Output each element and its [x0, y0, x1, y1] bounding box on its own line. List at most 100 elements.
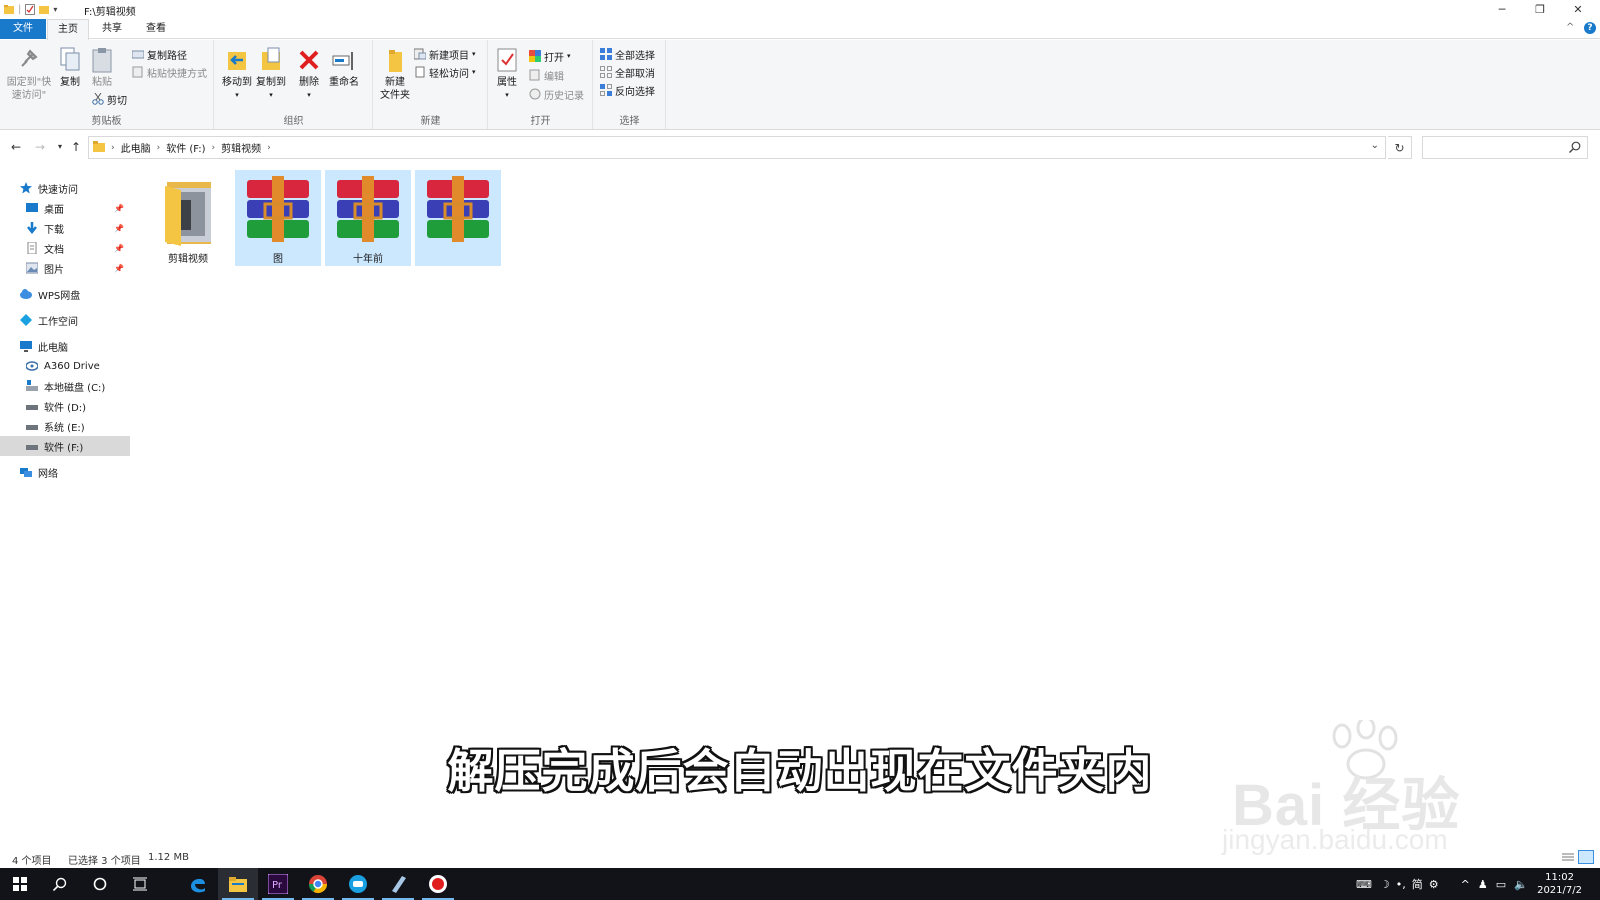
nav-quick-access[interactable]: 快速访问 — [0, 178, 130, 198]
back-arrow-icon[interactable]: ← — [8, 139, 24, 155]
tab-home[interactable]: 主页 — [47, 19, 89, 40]
open-button[interactable]: 打开 ▾ — [529, 48, 571, 64]
taskbar-chrome[interactable] — [298, 868, 338, 900]
new-folder-button[interactable]: 新建 文件夹 — [378, 46, 412, 102]
chevron-right-icon[interactable]: › — [157, 143, 161, 153]
properties-check-icon[interactable] — [25, 3, 36, 15]
breadcrumb-this-pc[interactable]: 此电脑 — [121, 140, 151, 155]
volume-icon[interactable]: 🔈 — [1514, 878, 1528, 891]
copy-path-button[interactable]: 复制路径 — [131, 46, 187, 62]
ime-keyboard-icon[interactable]: ⌨ — [1356, 878, 1372, 891]
moon-icon[interactable]: ☽ — [1380, 878, 1390, 891]
paste-button[interactable]: 粘贴 — [88, 46, 116, 89]
file-tile-rar[interactable]: 图 — [235, 170, 321, 266]
address-bar[interactable]: › 此电脑 › 软件 (F:) › 剪辑视频 › ⌄ — [88, 136, 1386, 159]
tab-share[interactable]: 共享 — [92, 19, 132, 39]
taskbar-file-explorer[interactable] — [218, 868, 258, 900]
taskbar-premiere[interactable]: Pr — [258, 868, 298, 900]
search-icon[interactable] — [1569, 141, 1581, 153]
pin-icon[interactable]: 📌 — [114, 204, 124, 213]
show-hidden-icons[interactable]: ^ — [1461, 878, 1470, 891]
chevron-right-icon[interactable]: › — [111, 143, 115, 153]
collapse-ribbon-icon[interactable]: ^ — [1566, 22, 1574, 33]
chevron-right-icon[interactable]: › — [267, 143, 271, 153]
task-view-button[interactable] — [120, 868, 160, 900]
details-view-icon[interactable] — [1562, 851, 1574, 866]
pin-icon[interactable]: 📌 — [114, 244, 124, 253]
file-tile-rar[interactable]: 十年前 — [325, 170, 411, 266]
nav-this-pc[interactable]: 此电脑 — [0, 336, 130, 356]
close-button[interactable]: ✕ — [1560, 0, 1596, 18]
forward-arrow-icon[interactable]: → — [32, 139, 48, 155]
pin-icon[interactable]: 📌 — [114, 264, 124, 273]
settings-gear-icon[interactable]: ⚙ — [1429, 878, 1439, 891]
tray-app-icon[interactable]: ♟ — [1478, 878, 1488, 891]
rename-button[interactable]: 重命名 — [327, 46, 361, 89]
tab-view[interactable]: 查看 — [136, 19, 176, 39]
taskbar-notes[interactable] — [378, 868, 418, 900]
edge-browser-icon — [191, 878, 205, 893]
new-folder-icon[interactable] — [39, 4, 50, 15]
delete-button[interactable]: 删除 ▾ — [295, 46, 323, 102]
search-input[interactable] — [1427, 137, 1567, 157]
start-button[interactable] — [0, 868, 40, 900]
breadcrumb-current-folder[interactable]: 剪辑视频 — [221, 140, 261, 155]
taskbar-recorder[interactable] — [418, 868, 458, 900]
clipboard-group: 固定到"快 速访问" 复制 粘贴 复制路径 粘贴快捷方式 剪切 剪贴板 — [0, 40, 214, 129]
tab-file[interactable]: 文件 — [0, 19, 46, 39]
scissors-icon — [92, 92, 104, 105]
refresh-icon[interactable]: ↻ — [1388, 136, 1412, 159]
cut-button[interactable]: 剪切 — [92, 91, 127, 107]
select-none-button[interactable]: 全部取消 — [600, 64, 655, 80]
nav-workspace[interactable]: 工作空间 — [0, 310, 130, 330]
cortana-button[interactable] — [80, 868, 120, 900]
minimize-button[interactable]: ─ — [1484, 0, 1520, 18]
edit-button[interactable]: 编辑 — [529, 67, 564, 83]
properties-button[interactable]: 属性 ▾ — [493, 46, 521, 102]
pin-quick-access-button[interactable]: 固定到"快 速访问" — [4, 46, 54, 102]
nav-wps-cloud[interactable]: WPS网盘 — [0, 284, 130, 304]
file-tile-rar[interactable] — [415, 170, 501, 266]
pin-icon[interactable]: 📌 — [114, 224, 124, 233]
copy-to-button[interactable]: 复制到 ▾ — [255, 46, 287, 102]
taskbar-edge[interactable] — [178, 868, 218, 900]
restore-button[interactable]: ❐ — [1522, 0, 1558, 18]
nav-network[interactable]: 网络 — [0, 462, 130, 482]
nav-documents[interactable]: 文档 📌 — [0, 238, 130, 258]
file-tile-folder[interactable]: 剪辑视频 — [145, 170, 231, 266]
large-icons-view-icon[interactable] — [1578, 850, 1594, 864]
help-icon[interactable]: ? — [1584, 22, 1596, 34]
easy-access-button[interactable]: 轻松访问 ▾ — [414, 64, 476, 80]
desktop-icon — [26, 202, 38, 214]
folder-icon — [93, 140, 105, 155]
recent-locations-icon[interactable]: ▾ — [52, 139, 68, 155]
paste-shortcut-button[interactable]: 粘贴快捷方式 — [132, 64, 207, 80]
select-all-button[interactable]: 全部选择 — [600, 46, 655, 62]
search-box[interactable] — [1422, 136, 1588, 159]
copy-button[interactable]: 复制 — [56, 46, 84, 89]
nav-drive-f[interactable]: 软件 (F:) — [0, 436, 130, 456]
invert-selection-button[interactable]: 反向选择 — [600, 82, 655, 98]
network-status-icon[interactable]: ▭ — [1496, 878, 1506, 891]
folder-icon — [4, 4, 14, 15]
customize-dropdown-icon[interactable]: ▾ — [53, 5, 57, 14]
up-arrow-icon[interactable]: ↑ — [68, 139, 84, 155]
nav-drive-d[interactable]: 软件 (D:) — [0, 396, 130, 416]
nav-drive-c[interactable]: 本地磁盘 (C:) — [0, 376, 130, 396]
breadcrumb-drive-f[interactable]: 软件 (F:) — [166, 140, 205, 155]
nav-a360-drive[interactable]: A360 Drive — [0, 356, 130, 376]
chevron-right-icon[interactable]: › — [212, 143, 216, 153]
punctuation-icon[interactable]: •, — [1396, 878, 1406, 891]
nav-downloads[interactable]: 下载 📌 — [0, 218, 130, 238]
nav-desktop[interactable]: 桌面 📌 — [0, 198, 130, 218]
clock[interactable]: 11:02 2021/7/2 — [1537, 871, 1582, 897]
history-button[interactable]: 历史记录 — [529, 86, 584, 102]
nav-drive-e[interactable]: 系统 (E:) — [0, 416, 130, 436]
move-to-button[interactable]: 移动到 ▾ — [221, 46, 253, 102]
ime-mode[interactable]: 简 — [1412, 876, 1423, 892]
address-history-dropdown-icon[interactable]: ⌄ — [1371, 140, 1379, 151]
new-item-button[interactable]: 新建项目 ▾ — [413, 46, 476, 62]
nav-pictures[interactable]: 图片 📌 — [0, 258, 130, 278]
search-button[interactable] — [40, 868, 80, 900]
taskbar-app-blue[interactable] — [338, 868, 378, 900]
